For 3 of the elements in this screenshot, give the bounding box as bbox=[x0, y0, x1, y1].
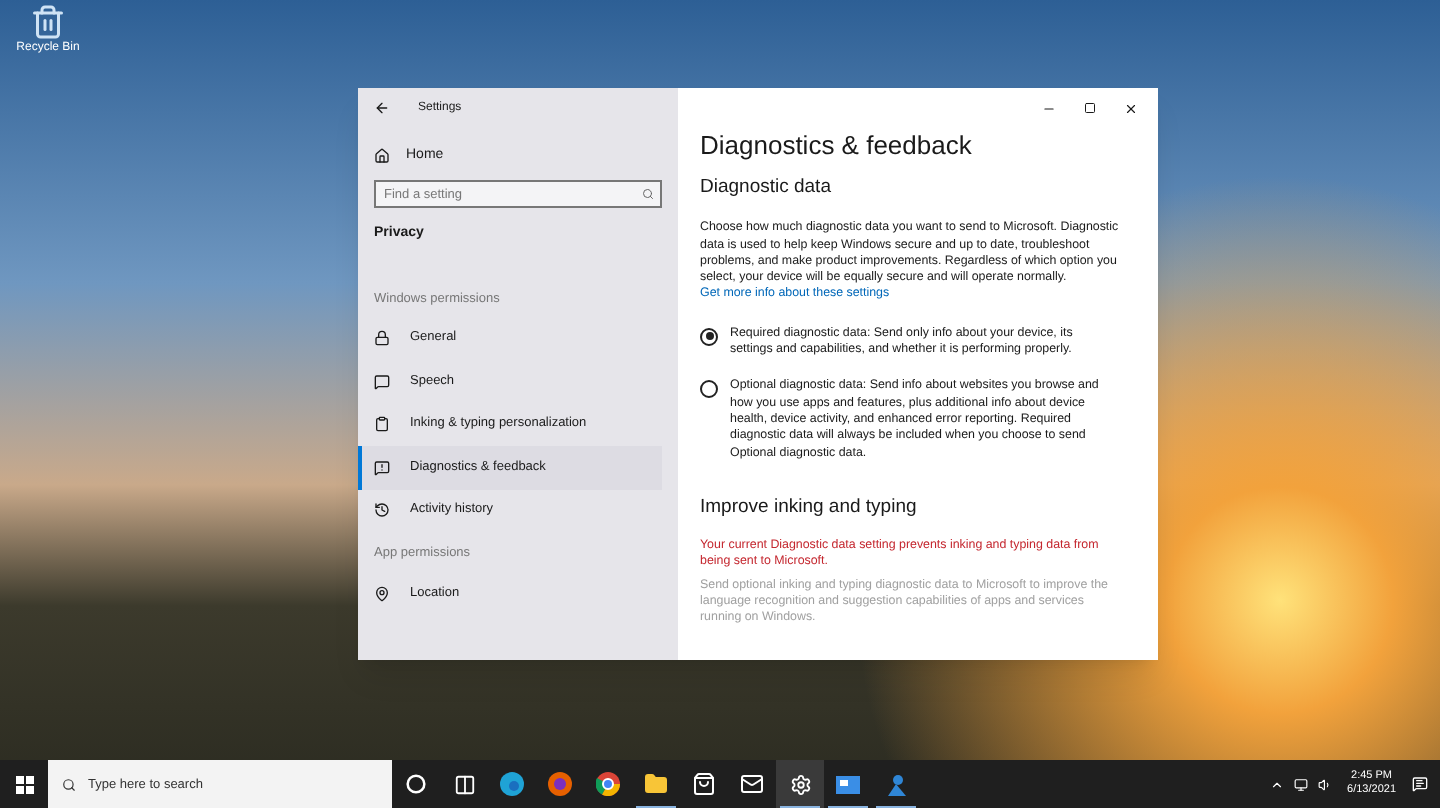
section-heading: Improve inking and typing bbox=[700, 493, 919, 522]
page-title: Diagnostics & feedback bbox=[700, 130, 974, 162]
section-heading: Diagnostic data bbox=[700, 174, 833, 202]
